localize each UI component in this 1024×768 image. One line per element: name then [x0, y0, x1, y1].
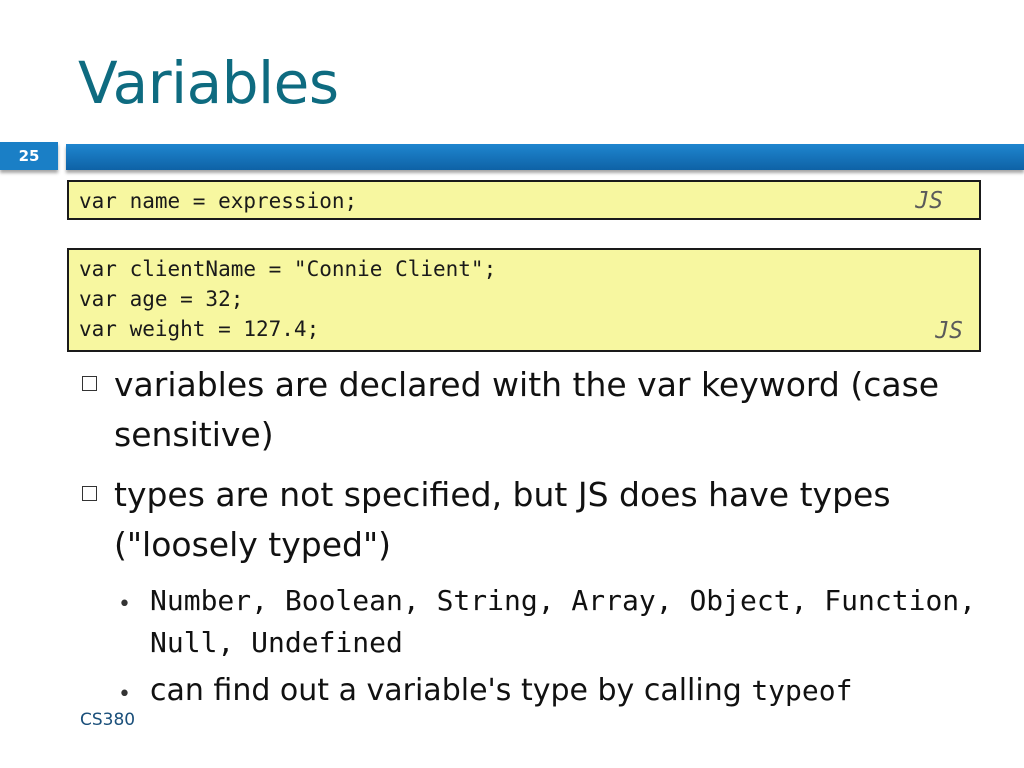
sub-bullet-text: can find out a variable's type by callin…	[150, 673, 752, 708]
bullet-list: variables are declared with the var keyw…	[78, 360, 978, 718]
bullet-text: types are not specified, but JS does hav…	[114, 475, 891, 564]
code-line: var name = expression;	[79, 189, 358, 213]
sub-bullet-item: • Number, Boolean, String, Array, Object…	[78, 580, 978, 664]
code-language-label: JS	[915, 188, 943, 214]
bullet-text: variables are declared with the var keyw…	[114, 365, 940, 454]
code-block-example: var clientName = "Connie Client"; var ag…	[67, 248, 981, 352]
header-bar	[66, 144, 1024, 170]
square-bullet-icon	[82, 376, 97, 391]
slide-number: 25	[0, 142, 58, 170]
bullet-item: types are not specified, but JS does hav…	[78, 470, 978, 570]
code-line: var age = 32;	[79, 287, 244, 311]
square-bullet-icon	[82, 486, 97, 501]
bullet-item: variables are declared with the var keyw…	[78, 360, 978, 460]
code-block-syntax: var name = expression; JS	[67, 180, 981, 220]
sub-bullet-item: • can find out a variable's type by call…	[78, 670, 978, 712]
sub-bullet-code: Number, Boolean, String, Array, Object, …	[150, 584, 977, 659]
slide-title: Variables	[78, 49, 339, 117]
code-line: var clientName = "Connie Client";	[79, 257, 497, 281]
footer-course-label: CS380	[80, 710, 136, 730]
sub-bullet-code: typeof	[751, 674, 853, 707]
dot-bullet-icon: •	[118, 592, 131, 617]
code-language-label: JS	[935, 318, 963, 344]
code-line: var weight = 127.4;	[79, 317, 320, 341]
